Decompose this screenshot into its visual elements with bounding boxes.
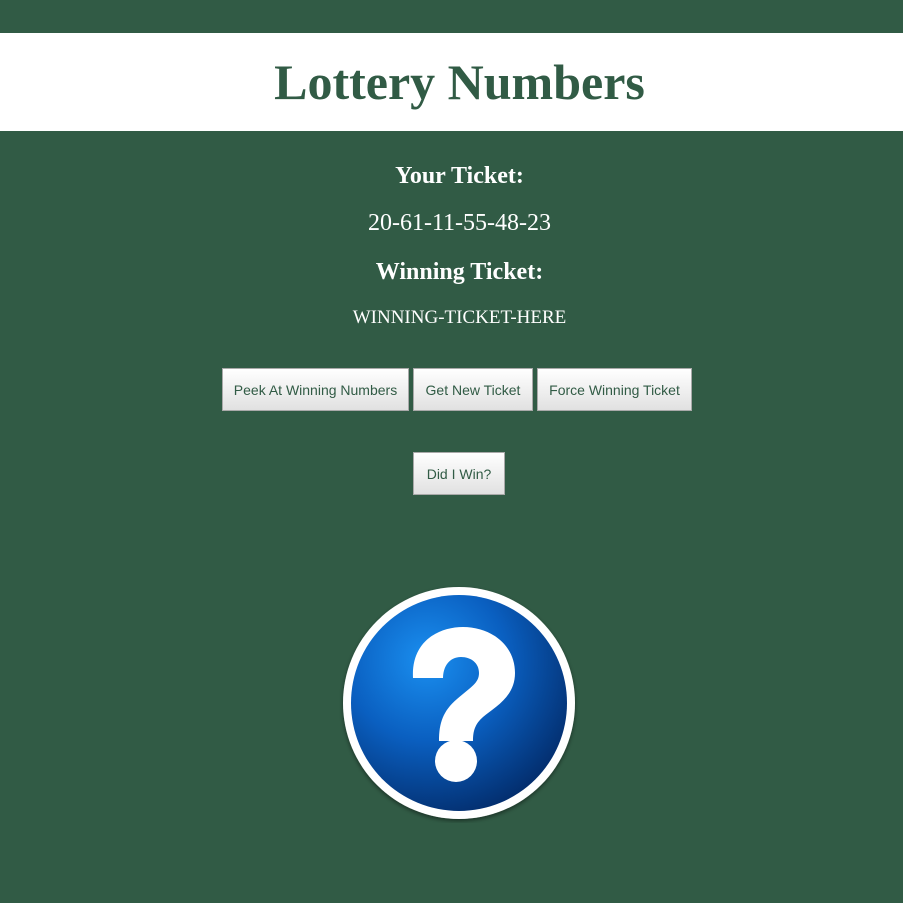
winning-ticket-label: Winning Ticket: xyxy=(375,259,544,285)
your-ticket-label: Your Ticket: xyxy=(395,163,524,189)
did-i-win-button[interactable]: Did I Win? xyxy=(413,452,505,495)
header-bar: Lottery Numbers xyxy=(0,33,903,131)
your-ticket-value: 20-61-11-55-48-23 xyxy=(367,210,552,236)
winning-ticket-value: WINNING-TICKET-HERE xyxy=(352,307,567,328)
peek-winning-numbers-button[interactable]: Peek At Winning Numbers xyxy=(222,368,409,411)
get-new-ticket-button[interactable]: Get New Ticket xyxy=(413,368,533,411)
page: Lottery Numbers Your Ticket: 20-61-11-55… xyxy=(0,0,903,903)
page-title: Lottery Numbers xyxy=(274,54,645,110)
question-mark-icon xyxy=(343,587,575,819)
question-mark-dot xyxy=(435,740,477,782)
force-winning-ticket-button[interactable]: Force Winning Ticket xyxy=(537,368,692,411)
